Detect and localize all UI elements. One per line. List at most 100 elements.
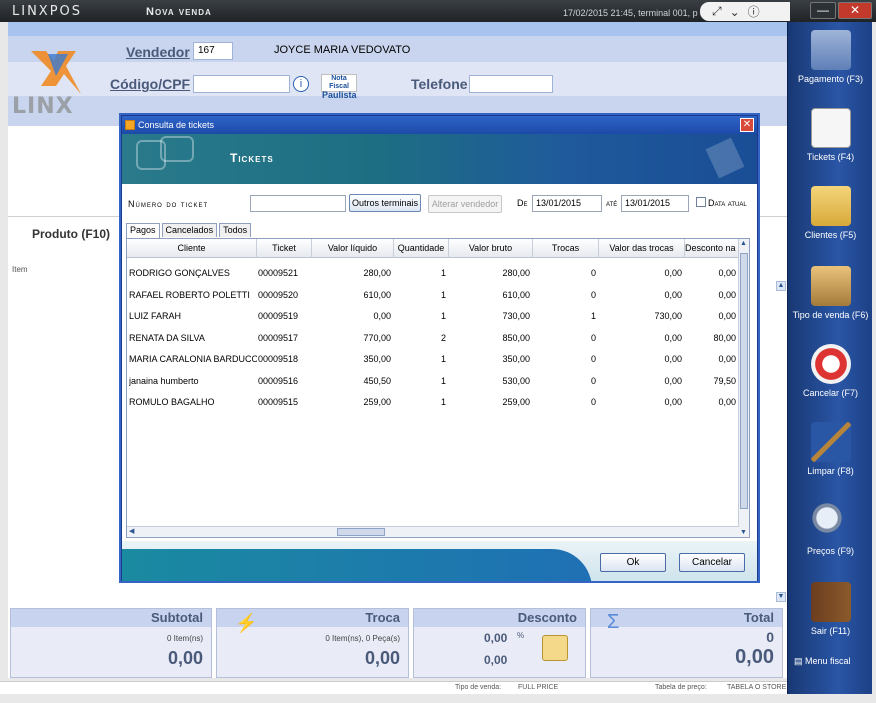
cell-trocas: 0	[590, 333, 596, 343]
tab-cancelados[interactable]: Cancelados	[161, 223, 218, 237]
cell-valor-trocas: 0,00	[664, 333, 682, 343]
dialog-title: Consulta de tickets	[138, 120, 215, 130]
app-brand: LINXPOS	[12, 4, 83, 19]
de-label: De	[517, 198, 528, 208]
discount-tag-icon[interactable]	[542, 635, 568, 661]
col-valor-liquido[interactable]: Valor líquido	[312, 239, 394, 258]
cell-valor-liquido: 770,00	[363, 333, 391, 343]
scroll-up-icon[interactable]: ▲	[776, 281, 786, 291]
col-quantidade[interactable]: Quantidade	[394, 239, 449, 258]
cancelar-button[interactable]: Cancelar (F7)	[788, 344, 873, 398]
menu-fiscal-button[interactable]: ▤ Menu fiscal	[794, 656, 851, 667]
table-row[interactable]: RENATA DA SILVA 00009517 770,00 2 850,00…	[127, 328, 739, 349]
col-valor-trocas[interactable]: Valor das trocas	[599, 239, 685, 258]
de-date-input[interactable]: 13/01/2015	[532, 195, 602, 212]
broom-icon	[810, 422, 851, 462]
cell-trocas: 0	[590, 268, 596, 278]
table-row[interactable]: ROMULO BAGALHO 00009515 259,00 1 259,00 …	[127, 392, 739, 413]
ok-button[interactable]: Ok	[600, 553, 666, 572]
table-row[interactable]: LUIZ FARAH 00009519 0,00 1 730,00 1 730,…	[127, 306, 739, 327]
cell-valor-trocas: 0,00	[664, 290, 682, 300]
col-valor-bruto[interactable]: Valor bruto	[449, 239, 533, 258]
limpar-button[interactable]: Limpar (F8)	[788, 422, 873, 476]
dialog-close-icon[interactable]: ✕	[740, 118, 754, 132]
grid-vertical-scrollbar[interactable]: ▲ ▼	[738, 239, 749, 537]
payment-icon	[810, 30, 851, 70]
dialog-title-bar: Consulta de tickets ✕	[122, 116, 757, 134]
linx-x-icon	[31, 51, 81, 94]
total-panel: Total Σ 0 0,00	[590, 608, 783, 678]
minimize-button[interactable]: —	[810, 2, 836, 19]
col-trocas[interactable]: Trocas	[533, 239, 599, 258]
tab-pagos[interactable]: Pagos	[126, 223, 160, 238]
desconto-panel: Desconto 0,00 % 0,00	[413, 608, 586, 678]
tickets-grid: Cliente Ticket Valor líquido Quantidade …	[126, 238, 750, 538]
table-row[interactable]: janaina humberto 00009516 450,50 1 530,0…	[127, 371, 739, 392]
lightning-icon: ⚡	[235, 613, 258, 633]
scroll-up-arrow-icon[interactable]: ▲	[740, 240, 747, 247]
info-icon[interactable]: i	[293, 76, 309, 92]
tickets-button[interactable]: Tickets (F4)	[788, 108, 873, 162]
numero-ticket-input[interactable]	[250, 195, 346, 212]
screen-title: Nova venda	[146, 6, 212, 18]
sale-type-icon	[810, 266, 851, 306]
cell-valor-liquido: 610,00	[363, 290, 391, 300]
table-row[interactable]: MARIA CARALONIA BARDUCO KO 00009518 350,…	[127, 349, 739, 370]
cell-desconto: 0,00	[718, 397, 736, 407]
cell-valor-trocas: 730,00	[654, 311, 682, 321]
scroll-down-icon[interactable]: ▼	[776, 592, 786, 602]
ate-date-input[interactable]: 13/01/2015	[621, 195, 689, 212]
scroll-left-arrow-icon[interactable]: ◀	[129, 527, 134, 535]
cell-quantidade: 1	[440, 290, 446, 300]
precos-button[interactable]: Preços (F9)	[788, 502, 873, 556]
percent-symbol: %	[517, 631, 525, 640]
table-row[interactable]: RAFAEL ROBERTO POLETTI 00009520 610,00 1…	[127, 285, 739, 306]
cancelar-dialog-button[interactable]: Cancelar	[679, 553, 745, 572]
consulta-tickets-dialog: Consulta de tickets ✕ Tickets Número do …	[121, 115, 758, 581]
subtotal-panel: Subtotal 0 Item(ns) 0,00	[10, 608, 212, 678]
codigo-cpf-field[interactable]	[193, 75, 290, 93]
vendedor-code-field[interactable]: 167	[193, 42, 233, 60]
close-button[interactable]: ✕	[838, 2, 872, 19]
cell-quantidade: 1	[440, 268, 446, 278]
cell-ticket: 00009517	[258, 333, 299, 343]
col-desconto[interactable]: Desconto na v	[685, 239, 739, 258]
clients-icon	[810, 186, 851, 226]
col-cliente[interactable]: Cliente	[127, 239, 257, 258]
pagamento-button[interactable]: Pagamento (F3)	[788, 30, 873, 84]
table-row[interactable]: RODRIGO GONÇALVES 00009521 280,00 1 280,…	[127, 263, 739, 284]
cell-ticket: 00009516	[258, 376, 299, 386]
info-icon[interactable]: ⓘ	[748, 3, 760, 20]
title-bar: LINXPOS Nova venda 17/02/2015 21:45, ter…	[0, 0, 876, 22]
data-atual-checkbox[interactable]	[696, 197, 706, 207]
scroll-down-arrow-icon[interactable]: ▼	[740, 529, 747, 536]
alterar-vendedor-button[interactable]: Alterar vendedor	[428, 195, 502, 213]
linx-logo: LINX	[12, 46, 102, 119]
cell-quantidade: 2	[440, 333, 446, 343]
ticket-banner-icon	[705, 137, 745, 179]
sair-button[interactable]: Sair (F11)	[788, 582, 873, 636]
outros-terminais-button[interactable]: Outros terminais	[349, 194, 421, 212]
cell-quantidade: 1	[440, 397, 446, 407]
tipo-venda-label: Tipo de venda:	[455, 684, 502, 691]
horizontal-scroll-thumb[interactable]	[337, 528, 385, 536]
title-tools: ⤢ ⌄ ⓘ	[700, 2, 790, 21]
clientes-button[interactable]: Clientes (F5)	[788, 186, 873, 240]
chevron-down-icon[interactable]: ⌄	[730, 5, 740, 19]
cell-valor-liquido: 450,50	[363, 376, 391, 386]
cell-trocas: 0	[590, 354, 596, 364]
grid-horizontal-scrollbar[interactable]: ◀	[127, 526, 739, 537]
tab-todos[interactable]: Todos	[219, 223, 252, 237]
cell-desconto: 0,00	[718, 290, 736, 300]
cell-valor-trocas: 0,00	[664, 354, 682, 364]
cell-quantidade: 1	[440, 354, 446, 364]
status-bar: Tipo de venda: FULL PRICE Tabela de preç…	[0, 681, 790, 694]
vertical-scroll-thumb[interactable]	[740, 253, 748, 509]
nfp-line2: Paulista	[322, 90, 357, 100]
cell-valor-bruto: 350,00	[502, 354, 530, 364]
telefone-field[interactable]	[469, 75, 553, 93]
tipo-venda-button[interactable]: Tipo de venda (F6)	[788, 266, 873, 320]
col-ticket[interactable]: Ticket	[257, 239, 312, 258]
expand-icon[interactable]: ⤢	[712, 4, 722, 19]
cell-valor-liquido: 280,00	[363, 268, 391, 278]
